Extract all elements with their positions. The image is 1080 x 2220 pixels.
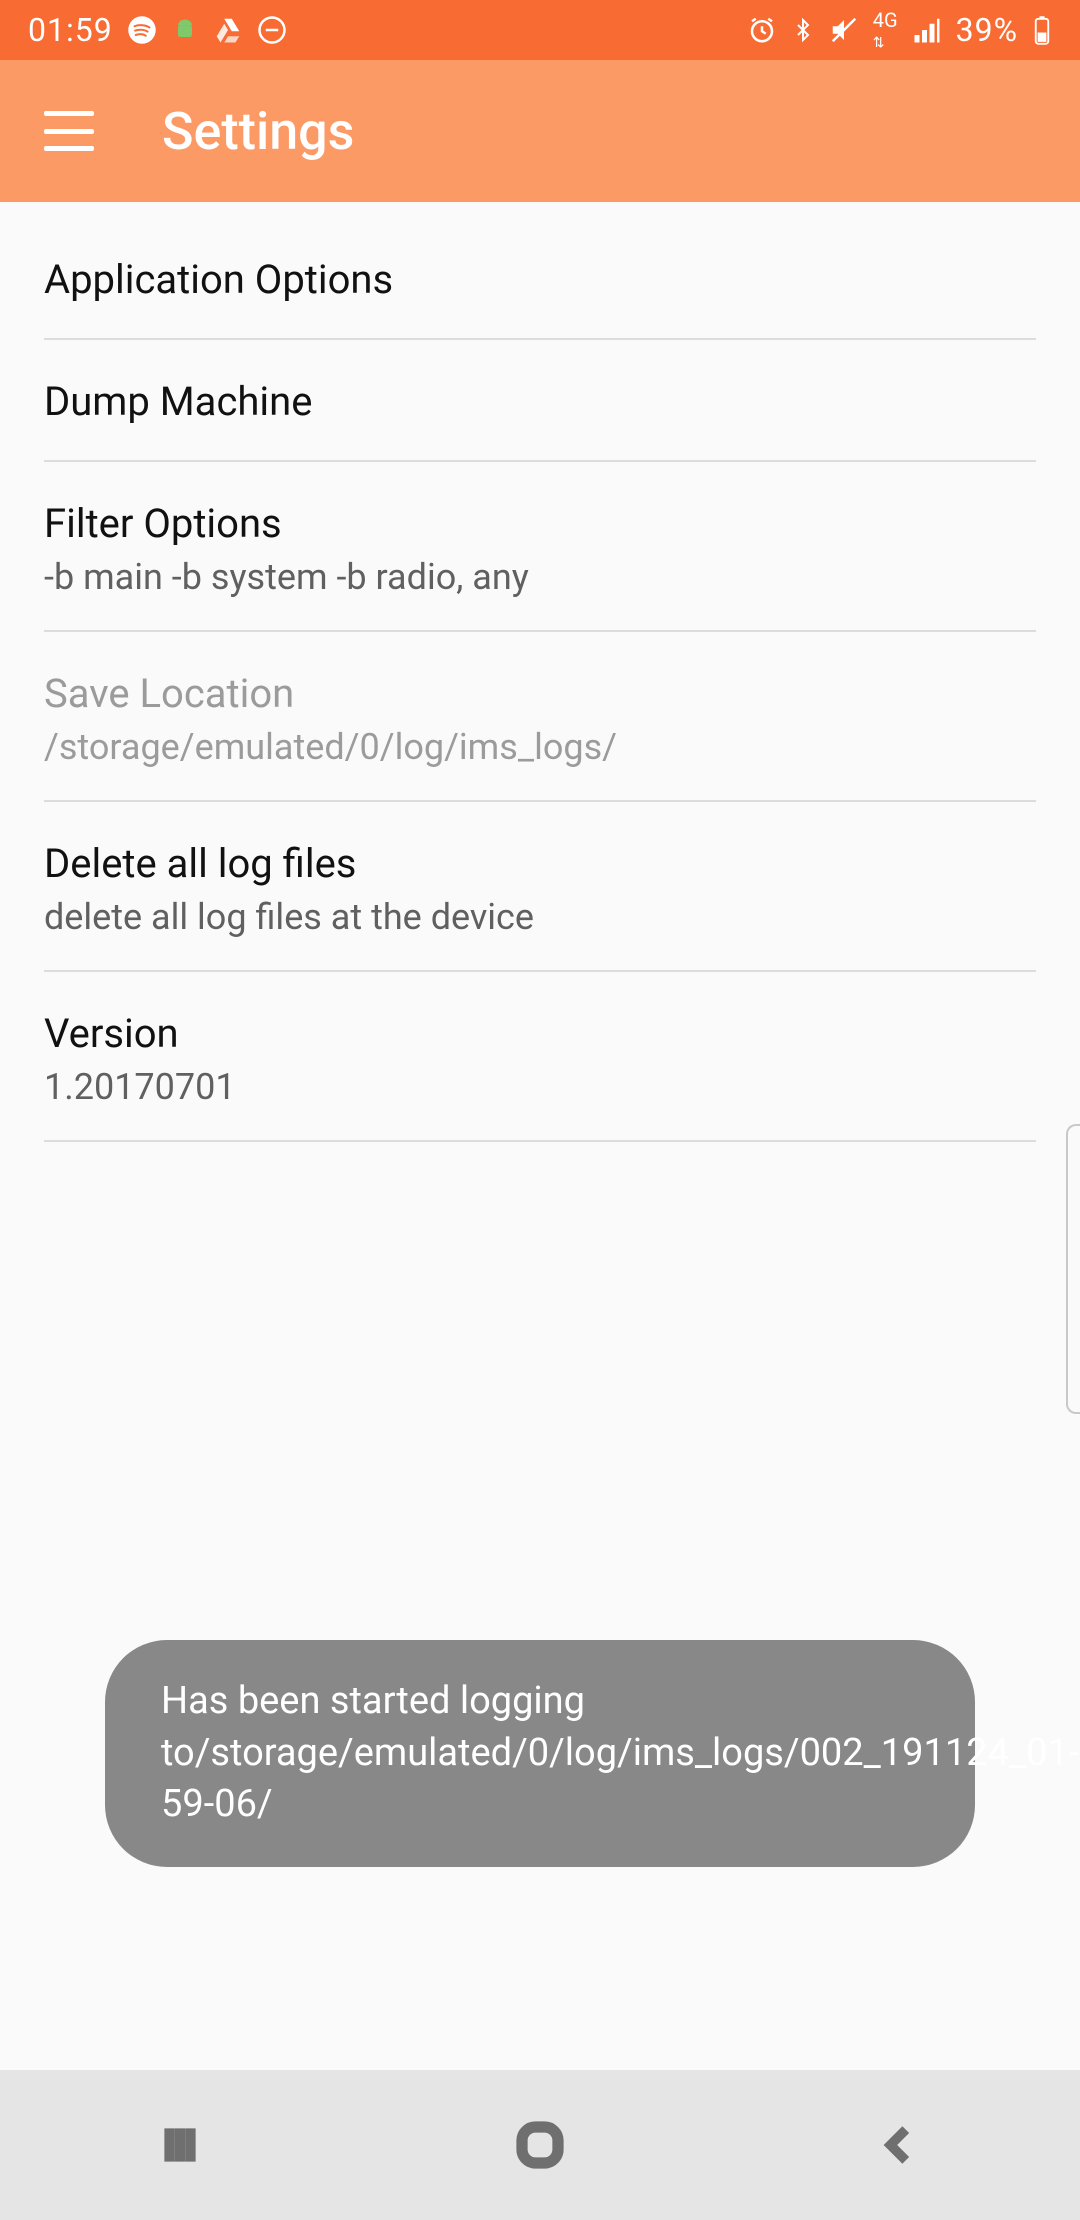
status-bar: 01:59 4G⇅ 39% bbox=[0, 0, 1080, 60]
settings-list: Application Options Dump Machine Filter … bbox=[0, 202, 1080, 1142]
nav-back-button[interactable] bbox=[810, 2105, 990, 2185]
settings-item-save-location: Save Location /storage/emulated/0/log/im… bbox=[44, 632, 1036, 802]
item-subtitle: 1.20170701 bbox=[44, 1066, 1036, 1108]
status-bar-right: 4G⇅ 39% bbox=[747, 10, 1052, 50]
mute-icon bbox=[829, 15, 859, 45]
signal-icon bbox=[912, 15, 942, 45]
nav-recents-button[interactable] bbox=[90, 2105, 270, 2185]
battery-text: 39% bbox=[956, 11, 1018, 49]
4g-icon: 4G⇅ bbox=[873, 10, 898, 50]
bluetooth-icon bbox=[791, 15, 815, 45]
settings-item-application-options[interactable]: Application Options bbox=[44, 202, 1036, 340]
toast-stack: Starting IMSLogger+, Please wait a momen… bbox=[0, 1640, 1080, 1867]
item-title: Filter Options bbox=[44, 498, 1036, 550]
dnd-icon bbox=[257, 15, 287, 45]
nav-home-button[interactable] bbox=[450, 2105, 630, 2185]
status-bar-left: 01:59 bbox=[28, 11, 287, 49]
settings-item-filter-options[interactable]: Filter Options -b main -b system -b radi… bbox=[44, 462, 1036, 632]
app-bar: Settings bbox=[0, 60, 1080, 202]
navigation-bar bbox=[0, 2070, 1080, 2220]
settings-item-delete-logs[interactable]: Delete all log files delete all log file… bbox=[44, 802, 1036, 972]
item-title: Delete all log files bbox=[44, 838, 1036, 890]
alarm-icon bbox=[747, 15, 777, 45]
item-subtitle: -b main -b system -b radio, any bbox=[44, 556, 1036, 598]
spotify-icon bbox=[127, 15, 157, 45]
item-title: Version bbox=[44, 1008, 1036, 1060]
drive-icon bbox=[213, 15, 243, 45]
status-time: 01:59 bbox=[28, 11, 113, 49]
item-title: Application Options bbox=[44, 254, 1036, 306]
battery-icon bbox=[1032, 15, 1052, 45]
item-subtitle: /storage/emulated/0/log/ims_logs/ bbox=[44, 726, 1036, 768]
item-title: Dump Machine bbox=[44, 376, 1036, 428]
hamburger-icon[interactable] bbox=[44, 111, 94, 151]
android-icon bbox=[171, 16, 199, 44]
page-title: Settings bbox=[162, 101, 354, 162]
toast-message: Has been started logging to/storage/emul… bbox=[105, 1640, 975, 1867]
item-subtitle: delete all log files at the device bbox=[44, 896, 1036, 938]
settings-item-dump-machine[interactable]: Dump Machine bbox=[44, 340, 1036, 462]
item-title: Save Location bbox=[44, 668, 1036, 720]
scroll-handle[interactable] bbox=[1066, 1124, 1080, 1414]
settings-item-version: Version 1.20170701 bbox=[44, 972, 1036, 1142]
